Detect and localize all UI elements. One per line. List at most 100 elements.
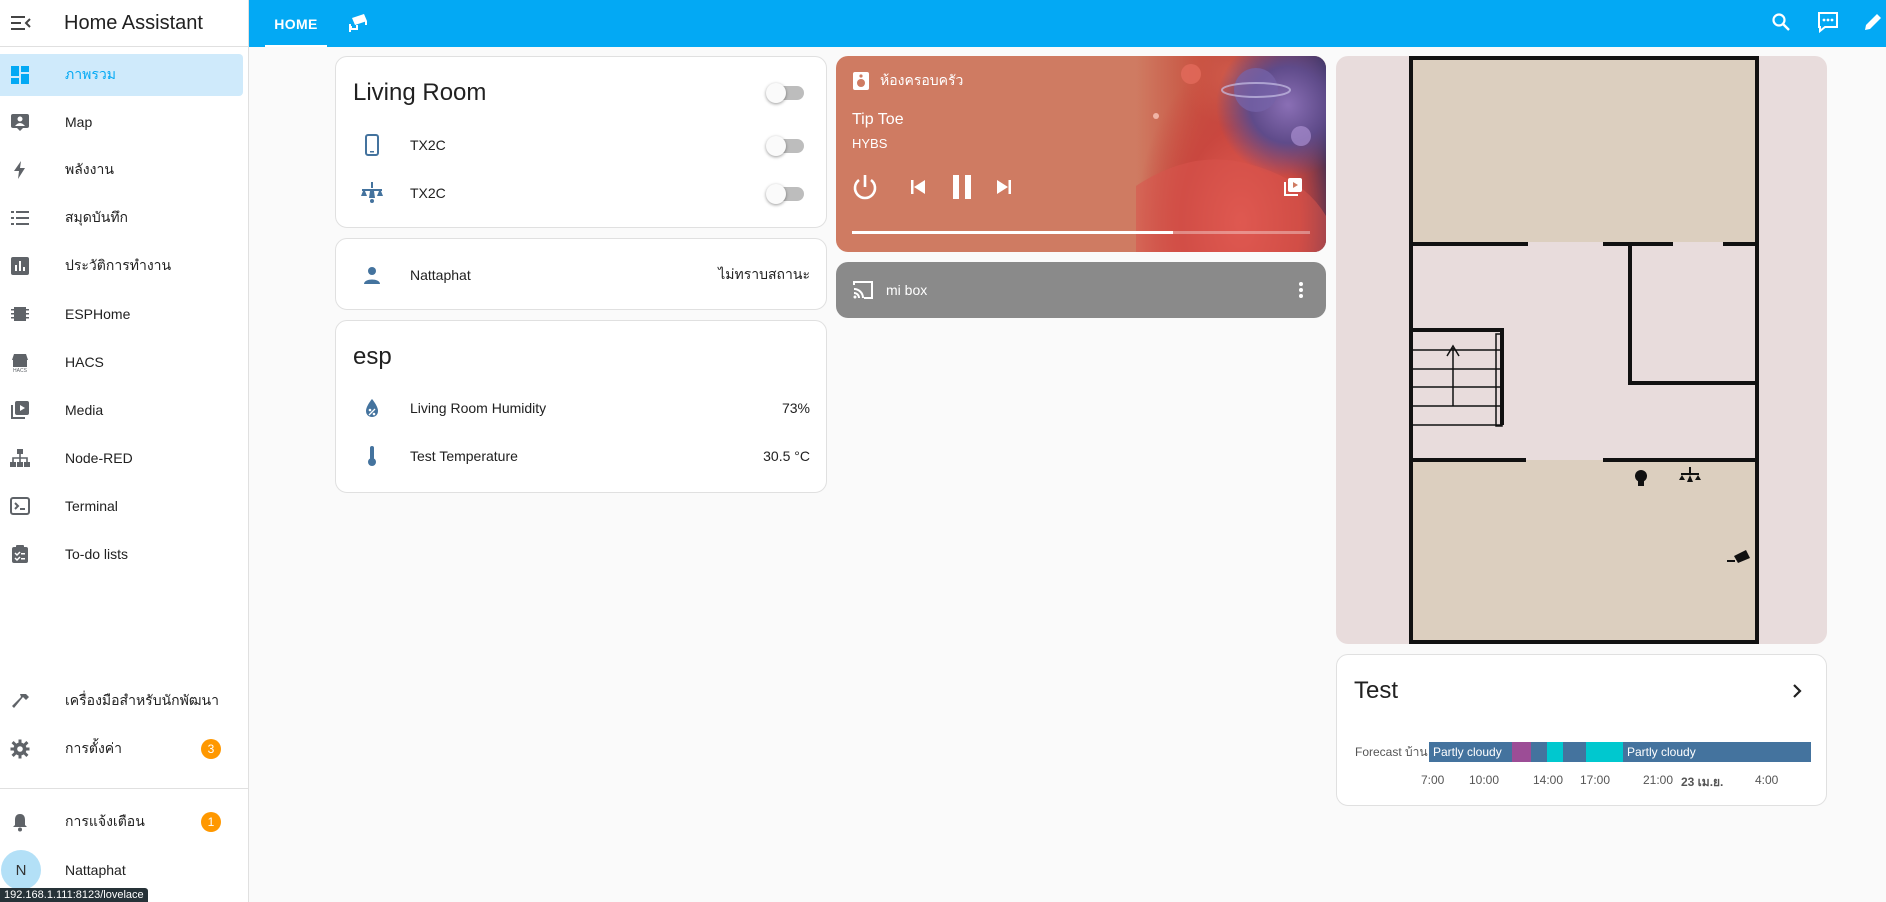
entity-name: Test Temperature — [410, 448, 518, 464]
forecast-segment-cloudy — [1531, 742, 1547, 762]
forecast-segment-clear-night — [1586, 742, 1623, 762]
sidebar-item-label: การตั้งค่า — [65, 740, 123, 756]
media-source-name: ห้องครอบครัว — [880, 72, 964, 88]
sidebar-item-node-red[interactable]: Node-RED — [0, 437, 243, 479]
mi-box-card[interactable]: mi box — [836, 262, 1326, 318]
sidebar-item-label: การแจ้งเตือน — [65, 813, 145, 829]
top-app-bar: HOME — [249, 0, 1886, 47]
entity-state: 73% — [781, 400, 810, 416]
play-box-multiple-icon — [1284, 178, 1302, 196]
sidebar-item-notifications[interactable]: การแจ้งเตือน 1 — [0, 801, 243, 843]
entity-name: TX2C — [410, 137, 446, 153]
power-icon — [853, 175, 877, 200]
card-title: Test — [1354, 677, 1399, 704]
sidebar-item-label: HACS — [65, 354, 104, 370]
sidebar-item-logbook[interactable]: สมุดบันทึก — [0, 197, 243, 239]
sidebar-item-terminal[interactable]: Terminal — [0, 485, 243, 527]
sidebar-item-hacs[interactable]: HACS HACS — [0, 341, 243, 383]
sidebar-item-history[interactable]: ประวัติการทำงาน — [0, 245, 243, 287]
pause-button[interactable] — [947, 172, 977, 202]
sidebar-item-label: ESPHome — [65, 306, 131, 322]
power-button[interactable] — [850, 172, 880, 202]
sidebar-item-label: Map — [65, 114, 93, 130]
sidebar-item-energy[interactable]: พลังงาน — [0, 149, 243, 191]
tab-home[interactable]: HOME — [265, 0, 327, 47]
pause-icon — [953, 175, 971, 199]
browse-media-button[interactable] — [1278, 172, 1308, 202]
skip-previous-icon — [911, 180, 925, 194]
menu-toggle-button[interactable] — [0, 0, 42, 47]
search-icon — [1772, 13, 1790, 31]
tx2c-phone-toggle[interactable] — [766, 136, 804, 156]
media-player-card[interactable]: ห้องครอบครัว Tip Toe HYBS — [836, 56, 1326, 252]
forecast-segment-rainy — [1512, 742, 1531, 762]
sidebar-item-media[interactable]: Media — [0, 389, 243, 431]
person-name: Nattaphat — [410, 267, 471, 283]
cast-icon — [853, 281, 873, 299]
logbook-icon — [0, 197, 40, 239]
sidebar-item-map[interactable]: Map — [0, 101, 243, 143]
media-icon — [0, 389, 40, 431]
sidebar-header: Home Assistant — [0, 0, 248, 47]
entity-row[interactable]: Test Temperature 30.5 °C — [336, 436, 826, 476]
forecast-tick: 17:00 — [1580, 773, 1611, 787]
living-room-master-toggle[interactable] — [766, 83, 804, 103]
avatar[interactable]: N — [1, 850, 41, 890]
phone-icon — [354, 134, 390, 156]
media-progress-bar[interactable] — [852, 231, 1310, 234]
search-button[interactable] — [1765, 6, 1797, 38]
sidebar-item-esphome[interactable]: ESPHome — [0, 293, 243, 335]
entity-row[interactable]: Living Room Humidity 73% — [336, 388, 826, 428]
next-track-button[interactable] — [991, 172, 1017, 202]
entity-row[interactable]: TX2C — [336, 125, 826, 165]
media-source: ห้องครอบครัว — [852, 70, 963, 92]
gear-icon — [0, 728, 40, 770]
chip-icon — [0, 293, 40, 335]
forecast-tick-date: 23 เม.ย. — [1681, 775, 1724, 789]
pencil-icon — [1865, 14, 1881, 30]
floorplan-drawing — [1409, 56, 1759, 644]
sidebar-item-todo[interactable]: To-do lists — [0, 533, 243, 575]
entity-row[interactable]: TX2C — [336, 173, 826, 213]
notifications-badge: 1 — [201, 812, 221, 832]
dots-vertical-icon — [1299, 282, 1303, 298]
album-art — [1136, 56, 1326, 252]
media-title: Tip Toe — [852, 111, 904, 128]
hammer-icon — [0, 680, 40, 722]
assist-button[interactable] — [1812, 6, 1844, 38]
cctv-icon — [349, 14, 367, 32]
svg-text:HACS: HACS — [13, 368, 28, 373]
sidebar-item-label: เครื่องมือสำหรับนักพัฒนา — [65, 692, 219, 708]
sidebar-item-label: Node-RED — [65, 450, 133, 466]
settings-badge: 3 — [201, 739, 221, 759]
speaker-icon — [853, 72, 869, 90]
forecast-condition-text: Partly cloudy — [1627, 745, 1696, 759]
person-card[interactable]: Nattaphat ไม่ทราบสถานะ — [335, 238, 827, 310]
esp-card: esp Living Room Humidity 73% Test Temper… — [335, 320, 827, 493]
entity-state: 30.5 °C — [763, 448, 810, 464]
forecast-tick: 21:00 — [1643, 773, 1674, 787]
sidebar-divider — [0, 788, 249, 789]
weather-forecast-card[interactable]: Test Forecast บ้าน Partly cloudy Partly … — [1336, 654, 1827, 806]
ceiling-light-icon — [354, 182, 390, 204]
previous-track-button[interactable] — [905, 172, 931, 202]
bell-icon — [0, 801, 40, 843]
sidebar-item-label: ภาพรวม — [65, 66, 116, 82]
sidebar-item-developer-tools[interactable]: เครื่องมือสำหรับนักพัฒนา — [0, 680, 243, 722]
sidebar-item-settings[interactable]: การตั้งค่า 3 — [0, 728, 243, 770]
todo-icon — [0, 533, 40, 575]
more-options-button[interactable] — [1298, 281, 1304, 299]
dashboard-icon — [0, 54, 40, 96]
tab-cctv[interactable] — [345, 8, 373, 38]
floorplan-card — [1336, 56, 1827, 644]
person-row[interactable]: Nattaphat ไม่ทราบสถานะ — [336, 255, 826, 295]
forecast-condition-text: Partly cloudy — [1433, 745, 1502, 759]
sidebar-item-overview[interactable]: ภาพรวม — [0, 54, 243, 96]
hacs-icon: HACS — [0, 341, 40, 383]
chevron-right-icon[interactable] — [1792, 683, 1802, 704]
entity-name: Living Room Humidity — [410, 400, 547, 416]
tx2c-light-toggle[interactable] — [766, 184, 804, 204]
sitemap-icon — [0, 437, 40, 479]
edit-dashboard-button[interactable] — [1857, 6, 1886, 38]
card-title: Living Room — [353, 79, 487, 106]
